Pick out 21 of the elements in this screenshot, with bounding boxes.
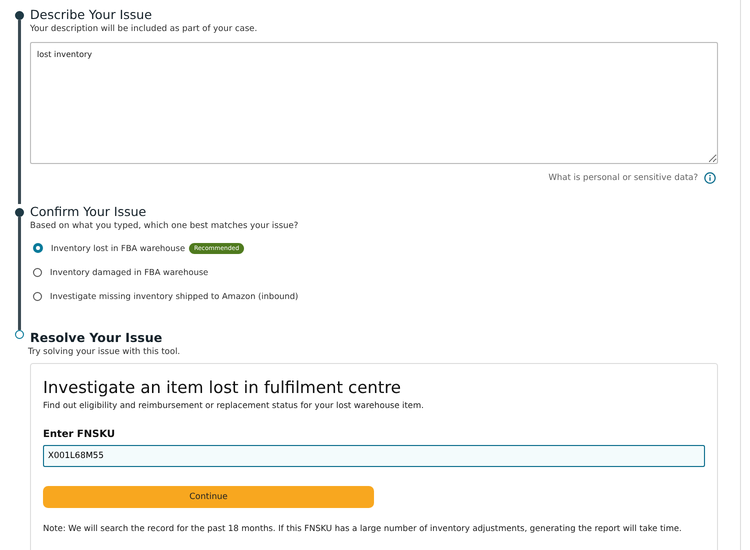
- fnsku-field[interactable]: X001L68M55: [43, 445, 705, 467]
- info-icon[interactable]: [704, 172, 716, 184]
- step-subtitle: Based on what you typed, which one best matches your issue?: [30, 221, 300, 231]
- option-label[interactable]: Investigate missing inventory shipped to Amazon (inbound): [50, 291, 298, 301]
- step-title: Confirm Your Issue: [30, 204, 148, 219]
- radio-button[interactable]: [33, 268, 42, 276]
- step-title: Resolve Your Issue: [30, 330, 164, 345]
- radio-button[interactable]: [33, 292, 42, 300]
- field-label: Enter FNSKU: [43, 429, 116, 440]
- step-title: Describe Your Issue: [30, 7, 153, 22]
- option-label[interactable]: Inventory lost in FBA warehouse: [51, 243, 186, 253]
- continue-button[interactable]: Continue: [43, 486, 374, 508]
- help-link[interactable]: What is personal or sensitive data?: [548, 173, 698, 183]
- step-subtitle: Your description will be included as part of your case.: [30, 24, 258, 34]
- description-field[interactable]: lost inventory: [30, 42, 718, 164]
- option-label[interactable]: Inventory damaged in FBA warehouse: [50, 267, 208, 277]
- card-title: Investigate an item lost in fulfilment centre: [43, 378, 402, 397]
- step-subtitle: Try solving your issue with this tool.: [28, 347, 182, 357]
- note-text: Note: We will search the record for the past 18 months. If this FNSKU has a large number of inventory adjustments, generating the report will take time.: [43, 522, 683, 535]
- card-description: Find out eligibility and reimbursement or replacement status for your lost warehouse item.: [43, 400, 425, 410]
- radio-button[interactable]: [33, 243, 43, 253]
